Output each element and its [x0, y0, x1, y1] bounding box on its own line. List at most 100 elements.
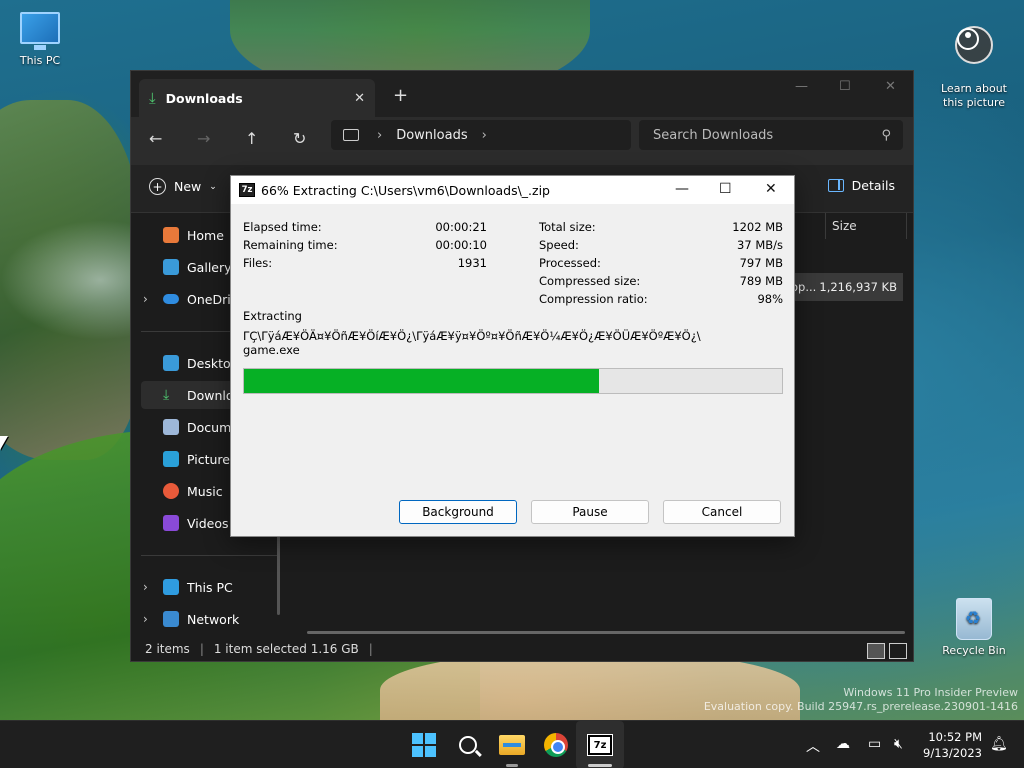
cancel-button[interactable]: Cancel [663, 500, 781, 524]
search-icon: ⚲ [881, 127, 891, 143]
windows-logo-icon [412, 733, 436, 757]
sidebar-item-label: Videos [187, 515, 229, 531]
extracting-label: Extracting [243, 309, 302, 323]
tab-downloads[interactable]: ⤓ Downloads ✕ [139, 79, 375, 117]
minimize-icon[interactable]: — [675, 181, 689, 197]
cloud-offline-icon[interactable]: ☁ [836, 736, 850, 752]
folder-icon [499, 735, 525, 755]
search-placeholder: Search Downloads [653, 127, 774, 143]
stat-label: Speed: [539, 238, 579, 252]
stat-label: Total size: [539, 220, 596, 234]
chevron-right-icon[interactable]: › [143, 612, 148, 626]
clock-date: 9/13/2023 [923, 746, 982, 760]
pictures-icon [163, 451, 179, 467]
chrome-icon [544, 733, 568, 757]
notification-bell-icon[interactable]: 🔔︎ [990, 736, 1008, 752]
search-icon [459, 736, 477, 754]
new-button-label: New [174, 179, 202, 194]
network-icon [163, 611, 179, 627]
sidebar-divider [141, 555, 279, 556]
address-bar[interactable]: › Downloads › [331, 120, 631, 150]
chevron-right-icon[interactable]: › [482, 128, 487, 143]
column-header-size[interactable]: Size [825, 213, 907, 239]
view-toggle [867, 643, 907, 659]
chevron-right-icon[interactable]: › [377, 128, 382, 143]
sidebar-item-label: Music [187, 483, 223, 499]
stat-row-files: Files: 1931 [243, 254, 487, 272]
mouse-cursor-icon [0, 436, 8, 450]
running-indicator-active [588, 764, 612, 767]
network-icon[interactable]: ▭ [868, 736, 881, 752]
desktop-icon-this-pc[interactable]: This PC [0, 12, 80, 67]
tab-title: Downloads [165, 90, 243, 106]
sidebar-item-this-pc[interactable]: › This PC [141, 573, 281, 601]
taskbar-7zip[interactable]: 7z [586, 731, 614, 759]
stat-value: 37 MB/s [737, 238, 783, 252]
taskbar-file-explorer[interactable] [498, 731, 526, 759]
details-pane-icon [827, 179, 844, 192]
taskbar: 7z ︿ ☁ ▭ 🔇︎ 10:52 PM 9/13/2023 🔔︎ [0, 720, 1024, 768]
extraction-progress-dialog: 7z 66% Extracting C:\Users\vm6\Downloads… [230, 175, 795, 537]
monitor-icon [20, 12, 60, 50]
progress-bar [243, 368, 783, 394]
stat-label: Elapsed time: [243, 220, 322, 234]
file-size: 1,216,937 KB [819, 280, 897, 294]
volume-muted-icon[interactable]: 🔇︎ [894, 736, 903, 752]
stat-label: Compressed size: [539, 274, 641, 288]
back-arrow-icon[interactable]: ← [149, 129, 162, 148]
7zip-icon: 7z [239, 183, 255, 197]
download-icon: ⤓ [163, 387, 170, 403]
maximize-icon[interactable]: ☐ [719, 181, 732, 197]
new-tab-button[interactable]: + [393, 85, 408, 106]
taskbar-search-button[interactable] [454, 731, 482, 759]
chevron-down-icon: ⌄ [209, 181, 217, 192]
horizontal-scrollbar[interactable] [307, 631, 905, 634]
taskbar-clock[interactable]: 10:52 PM 9/13/2023 [920, 729, 982, 761]
pause-button[interactable]: Pause [531, 500, 649, 524]
videos-icon [163, 515, 179, 531]
clock-time: 10:52 PM [928, 730, 982, 744]
sidebar-item-label: Home [187, 227, 224, 243]
up-arrow-icon[interactable]: ↑ [245, 129, 258, 148]
minimize-icon[interactable]: — [795, 79, 808, 94]
taskbar-chrome[interactable] [542, 731, 570, 759]
background-button[interactable]: Background [399, 500, 517, 524]
new-button[interactable]: + New ⌄ [149, 178, 217, 195]
maximize-icon[interactable]: ☐ [839, 79, 851, 94]
desktop-icon-learn-about-picture[interactable]: Learn about this picture [934, 12, 1014, 124]
stat-row-compressed-size: Compressed size: 789 MB [539, 272, 783, 290]
path-line: ΓÇ\ΓÿáÆ¥ÖÄ¤¥ÖñÆ¥ÖíÆ¥Ö¿\ΓÿáÆ¥ÿ¤¥Öº¤¥ÖñÆ¥Ö… [243, 329, 701, 343]
close-icon[interactable]: ✕ [885, 79, 896, 94]
file-row-selected[interactable]: op... 1,216,937 KB [791, 273, 903, 301]
stat-value: 1931 [457, 256, 487, 270]
stat-row-speed: Speed: 37 MB/s [539, 236, 783, 254]
forward-arrow-icon[interactable]: → [197, 129, 210, 148]
stat-row-compression-ratio: Compression ratio: 98% [539, 290, 783, 308]
path-line: game.exe [243, 343, 300, 357]
breadcrumb-downloads[interactable]: Downloads [396, 128, 467, 143]
recycle-bin-icon [956, 598, 992, 640]
sidebar-item-label: Network [187, 611, 240, 627]
details-pane-button[interactable]: Details [827, 178, 895, 193]
download-icon: ⤓ [149, 89, 156, 107]
refresh-icon[interactable]: ↻ [293, 129, 306, 148]
os-watermark: Windows 11 Pro Insider Preview Evaluatio… [704, 686, 1018, 714]
status-divider: | [368, 642, 373, 656]
chevron-up-icon[interactable]: ︿ [806, 736, 820, 756]
stat-value: 98% [757, 292, 783, 306]
desktop-icon-recycle-bin[interactable]: Recycle Bin [934, 598, 1014, 657]
document-icon [163, 419, 179, 435]
close-icon[interactable]: ✕ [765, 181, 777, 197]
sidebar-item-network[interactable]: › Network [141, 605, 281, 633]
search-input[interactable]: Search Downloads ⚲ [639, 120, 903, 150]
stat-value: 789 MB [739, 274, 783, 288]
start-button[interactable] [410, 731, 438, 759]
stat-row-remaining: Remaining time: 00:00:10 [243, 236, 487, 254]
stat-label: Remaining time: [243, 238, 338, 252]
close-tab-icon[interactable]: ✕ [354, 91, 365, 106]
watermark-line: Evaluation copy. Build 25947.rs_prerelea… [703, 700, 1018, 713]
chevron-right-icon[interactable]: › [143, 292, 148, 306]
details-view-icon[interactable] [867, 643, 885, 659]
chevron-right-icon[interactable]: › [143, 580, 148, 594]
tiles-view-icon[interactable] [889, 643, 907, 659]
